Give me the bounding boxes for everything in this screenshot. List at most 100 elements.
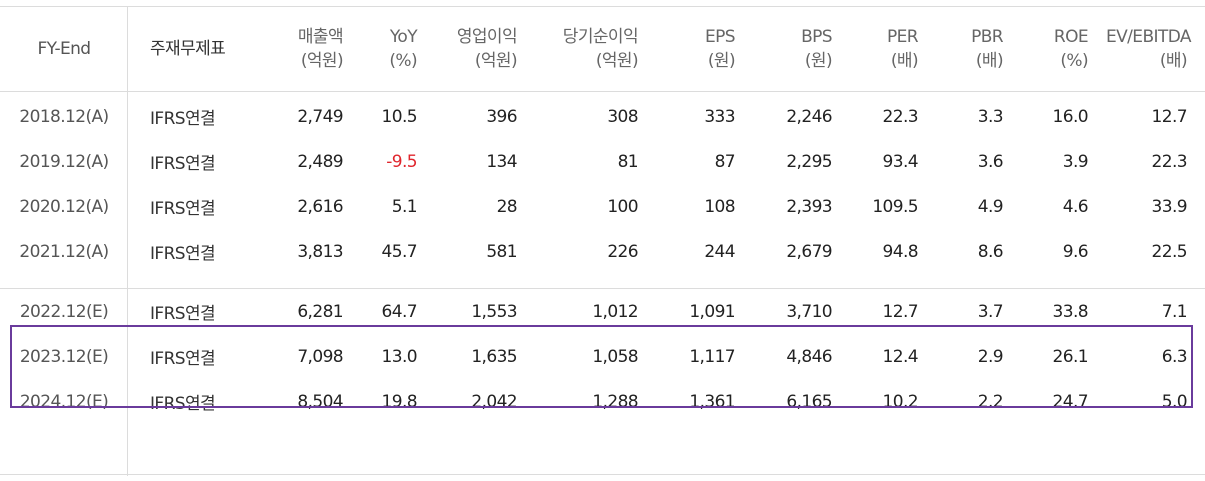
table-cell: 3.6 — [977, 151, 1004, 172]
table-row: 2018.12(A) IFRS연결 2,749 10.5 396 308 333 2,246 2… — [0, 94, 1205, 139]
table-cell: 2.2 — [977, 391, 1004, 412]
table-cell: 2,489 — [297, 151, 343, 172]
column-header: PBR (배) — [936, 7, 1021, 92]
table-cell: 3.7 — [977, 301, 1004, 322]
table-cell: 22.5 — [1151, 241, 1188, 262]
table-cell: 7.1 — [1161, 301, 1188, 322]
table-cell: 4.6 — [1062, 196, 1089, 217]
table-cell: 2023.12(E) — [19, 346, 109, 367]
table-cell: 81 — [617, 151, 639, 172]
table-cell: 5.0 — [1161, 391, 1188, 412]
table-cell: 109.5 — [872, 196, 918, 217]
table-cell: 1,288 — [592, 391, 638, 412]
column-header-unit: (배) — [975, 51, 1004, 71]
table-row: 2023.12(E) IFRS연결 7,098 13.0 1,635 1,058 1,117… — [0, 334, 1205, 379]
table-cell: 8,504 — [297, 391, 343, 412]
column-header: BPS (원) — [753, 7, 850, 92]
table-cell: 1,361 — [689, 391, 735, 412]
table-cell: 2,749 — [297, 106, 343, 127]
table-cell: IFRS연결 — [150, 109, 216, 129]
column-header: PER (배) — [850, 7, 936, 92]
financial-summary-table-container: FY-End 주재무제표 매출액 (억원) YoY (%) 영업이익 (억원) 당기순이익 (억원… — [0, 0, 1205, 481]
column-header-unit: (원) — [804, 51, 833, 71]
header-row: FY-End 주재무제표 매출액 (억원) YoY (%) 영업이익 (억원) 당기순이익 (억원… — [0, 6, 1205, 92]
table-cell: 13.0 — [381, 346, 418, 367]
table-cell: 4,846 — [786, 346, 832, 367]
table-row: 2024.12(E) IFRS연결 8,504 19.8 2,042 1,288 1,361… — [0, 379, 1205, 424]
column-header-unit: (억원) — [474, 51, 518, 71]
table-cell: 308 — [607, 106, 638, 127]
table-cell: 26.1 — [1052, 346, 1089, 367]
table-cell: 22.3 — [1151, 151, 1188, 172]
table-cell: IFRS연결 — [150, 244, 216, 264]
table-cell: 28 — [496, 196, 518, 217]
table-cell: 2021.12(A) — [19, 241, 109, 262]
table-cell: 2.9 — [977, 346, 1004, 367]
table-cell: 22.3 — [882, 106, 919, 127]
table-cell: 3.3 — [977, 106, 1004, 127]
column-header-label: EV/EBITDA — [1106, 27, 1192, 47]
table-cell: 108 — [704, 196, 735, 217]
table-bottom-border — [0, 474, 1205, 475]
table-cell: 1,058 — [592, 346, 638, 367]
table-cell: 87 — [714, 151, 736, 172]
column-header: FY-End — [0, 7, 128, 92]
financial-summary-table: FY-End 주재무제표 매출액 (억원) YoY (%) 영업이익 (억원) 당기순이익 (억원… — [0, 6, 1205, 424]
column-header-unit: (배) — [1159, 51, 1188, 71]
table-cell: 64.7 — [381, 301, 418, 322]
table-cell: 333 — [704, 106, 735, 127]
table-cell: 1,553 — [471, 301, 517, 322]
column-header-label: YoY — [389, 27, 418, 47]
table-cell: 5.1 — [391, 196, 418, 217]
table-cell: IFRS연결 — [150, 304, 216, 324]
table-row: 2019.12(A) IFRS연결 2,489 -9.5 134 81 87 2,295 93.… — [0, 139, 1205, 184]
table-cell: 2,042 — [471, 391, 517, 412]
table-cell: 19.8 — [381, 391, 418, 412]
table-cell: 134 — [486, 151, 517, 172]
column-header-label: PER — [886, 27, 919, 47]
table-cell: 2,679 — [786, 241, 832, 262]
table-cell: 10.5 — [381, 106, 418, 127]
table-row: 2020.12(A) IFRS연결 2,616 5.1 28 100 108 2,393 109… — [0, 184, 1205, 229]
table-cell: 8.6 — [977, 241, 1004, 262]
table-row: 2022.12(E) IFRS연결 6,281 64.7 1,553 1,012 1,091… — [0, 289, 1205, 335]
table-cell: 6.3 — [1161, 346, 1188, 367]
table-cell: 6,281 — [297, 301, 343, 322]
column-header-label: PBR — [971, 27, 1004, 47]
table-cell: 226 — [607, 241, 638, 262]
table-cell: 2022.12(E) — [19, 301, 109, 322]
table-cell: 3.9 — [1062, 151, 1089, 172]
table-cell: 4.9 — [977, 196, 1004, 217]
column-header-unit: (%) — [1060, 51, 1088, 71]
column-header-label: 당기순이익 — [562, 27, 639, 47]
table-cell: 3,813 — [297, 241, 343, 262]
table-cell: 2019.12(A) — [19, 151, 109, 172]
table-cell: IFRS연결 — [150, 394, 216, 414]
column-header-label: 영업이익 — [456, 27, 518, 47]
table-cell: IFRS연결 — [150, 154, 216, 174]
column-header-label: 매출액 — [297, 27, 344, 47]
column-header: ROE (%) — [1021, 7, 1106, 92]
column-header-label: 주재무제표 — [150, 39, 226, 59]
table-cell: 2,246 — [786, 106, 832, 127]
column-header: 영업이익 (억원) — [435, 7, 535, 92]
column-header: EV/EBITDA (배) — [1106, 7, 1205, 92]
table-cell: 1,091 — [689, 301, 735, 322]
column-divider — [127, 6, 128, 476]
table-cell: 12.7 — [882, 301, 919, 322]
table-cell: 1,117 — [689, 346, 735, 367]
table-cell: 33.8 — [1052, 301, 1089, 322]
table-cell: 9.6 — [1062, 241, 1089, 262]
table-cell: 2024.12(E) — [19, 391, 109, 412]
table-cell: 1,012 — [592, 301, 638, 322]
column-header: 매출액 (억원) — [264, 7, 361, 92]
column-header-label: FY-End — [37, 39, 92, 59]
column-header-unit: (%) — [389, 51, 417, 71]
column-header: 당기순이익 (억원) — [535, 7, 656, 92]
table-cell: 2,393 — [786, 196, 832, 217]
column-header-label: EPS — [705, 27, 736, 47]
table-cell: 396 — [486, 106, 517, 127]
table-cell: 3,710 — [786, 301, 832, 322]
table-cell: 1,635 — [471, 346, 517, 367]
column-header-unit: (원) — [707, 51, 736, 71]
